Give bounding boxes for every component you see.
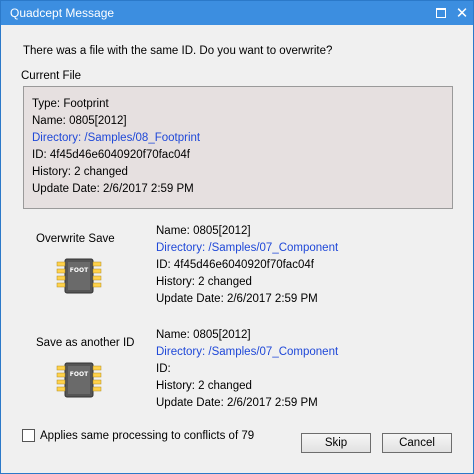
message-dialog: Quadcept Message ✕ There was a file with… (0, 0, 474, 474)
apply-all-checkbox-row[interactable]: Applies same processing to conflicts of … (22, 429, 254, 442)
chip-icon[interactable]: FOOT (55, 362, 103, 398)
apply-all-label: Applies same processing to conflicts of … (40, 429, 255, 442)
current-id: ID: 4f45d46e6040920f70fac04f (32, 149, 190, 161)
save-as-directory-link[interactable]: Directory: /Samples/07_Component (156, 344, 338, 361)
title-bar[interactable]: Quadcept Message ✕ (1, 1, 473, 25)
save-as-update-date: Update Date: 2/6/2017 2:59 PM (156, 397, 318, 409)
overwrite-id: ID: 4f45d46e6040920f70fac04f (156, 259, 314, 271)
question-text: There was a file with the same ID. Do yo… (23, 45, 333, 57)
save-as-another-id-label[interactable]: Save as another ID (36, 337, 134, 349)
chip-text: FOOT (70, 371, 89, 378)
dialog-content: There was a file with the same ID. Do yo… (1, 25, 473, 473)
close-button[interactable]: ✕ (453, 4, 471, 22)
overwrite-name: Name: 0805[2012] (156, 225, 251, 237)
current-directory-link[interactable]: Directory: /Samples/08_Footprint (32, 130, 200, 147)
save-as-details: Name: 0805[2012] Directory: /Samples/07_… (156, 327, 338, 412)
current-name: Name: 0805[2012] (32, 115, 127, 127)
save-as-name: Name: 0805[2012] (156, 329, 251, 341)
window-title: Quadcept Message (10, 6, 115, 20)
overwrite-save-label[interactable]: Overwrite Save (36, 233, 115, 245)
chip-text: FOOT (70, 267, 89, 274)
current-file-label: Current File (21, 70, 82, 82)
save-as-id: ID: (156, 363, 171, 375)
chip-icon[interactable]: FOOT (55, 258, 103, 294)
apply-all-checkbox[interactable] (22, 429, 35, 442)
overwrite-details: Name: 0805[2012] Directory: /Samples/07_… (156, 223, 338, 308)
overwrite-update-date: Update Date: 2/6/2017 2:59 PM (156, 293, 318, 305)
current-file-panel: Type: Footprint Name: 0805[2012] Directo… (23, 86, 453, 209)
overwrite-directory-link[interactable]: Directory: /Samples/07_Component (156, 240, 338, 257)
save-as-history: History: 2 changed (156, 380, 252, 392)
skip-button[interactable]: Skip (301, 433, 371, 453)
maximize-icon (436, 8, 446, 18)
current-type: Type: Footprint (32, 98, 109, 110)
current-update-date: Update Date: 2/6/2017 2:59 PM (32, 183, 194, 195)
cancel-button[interactable]: Cancel (382, 433, 452, 453)
overwrite-history: History: 2 changed (156, 276, 252, 288)
close-icon: ✕ (455, 5, 469, 22)
current-history: History: 2 changed (32, 166, 128, 178)
maximize-button[interactable] (432, 4, 450, 22)
